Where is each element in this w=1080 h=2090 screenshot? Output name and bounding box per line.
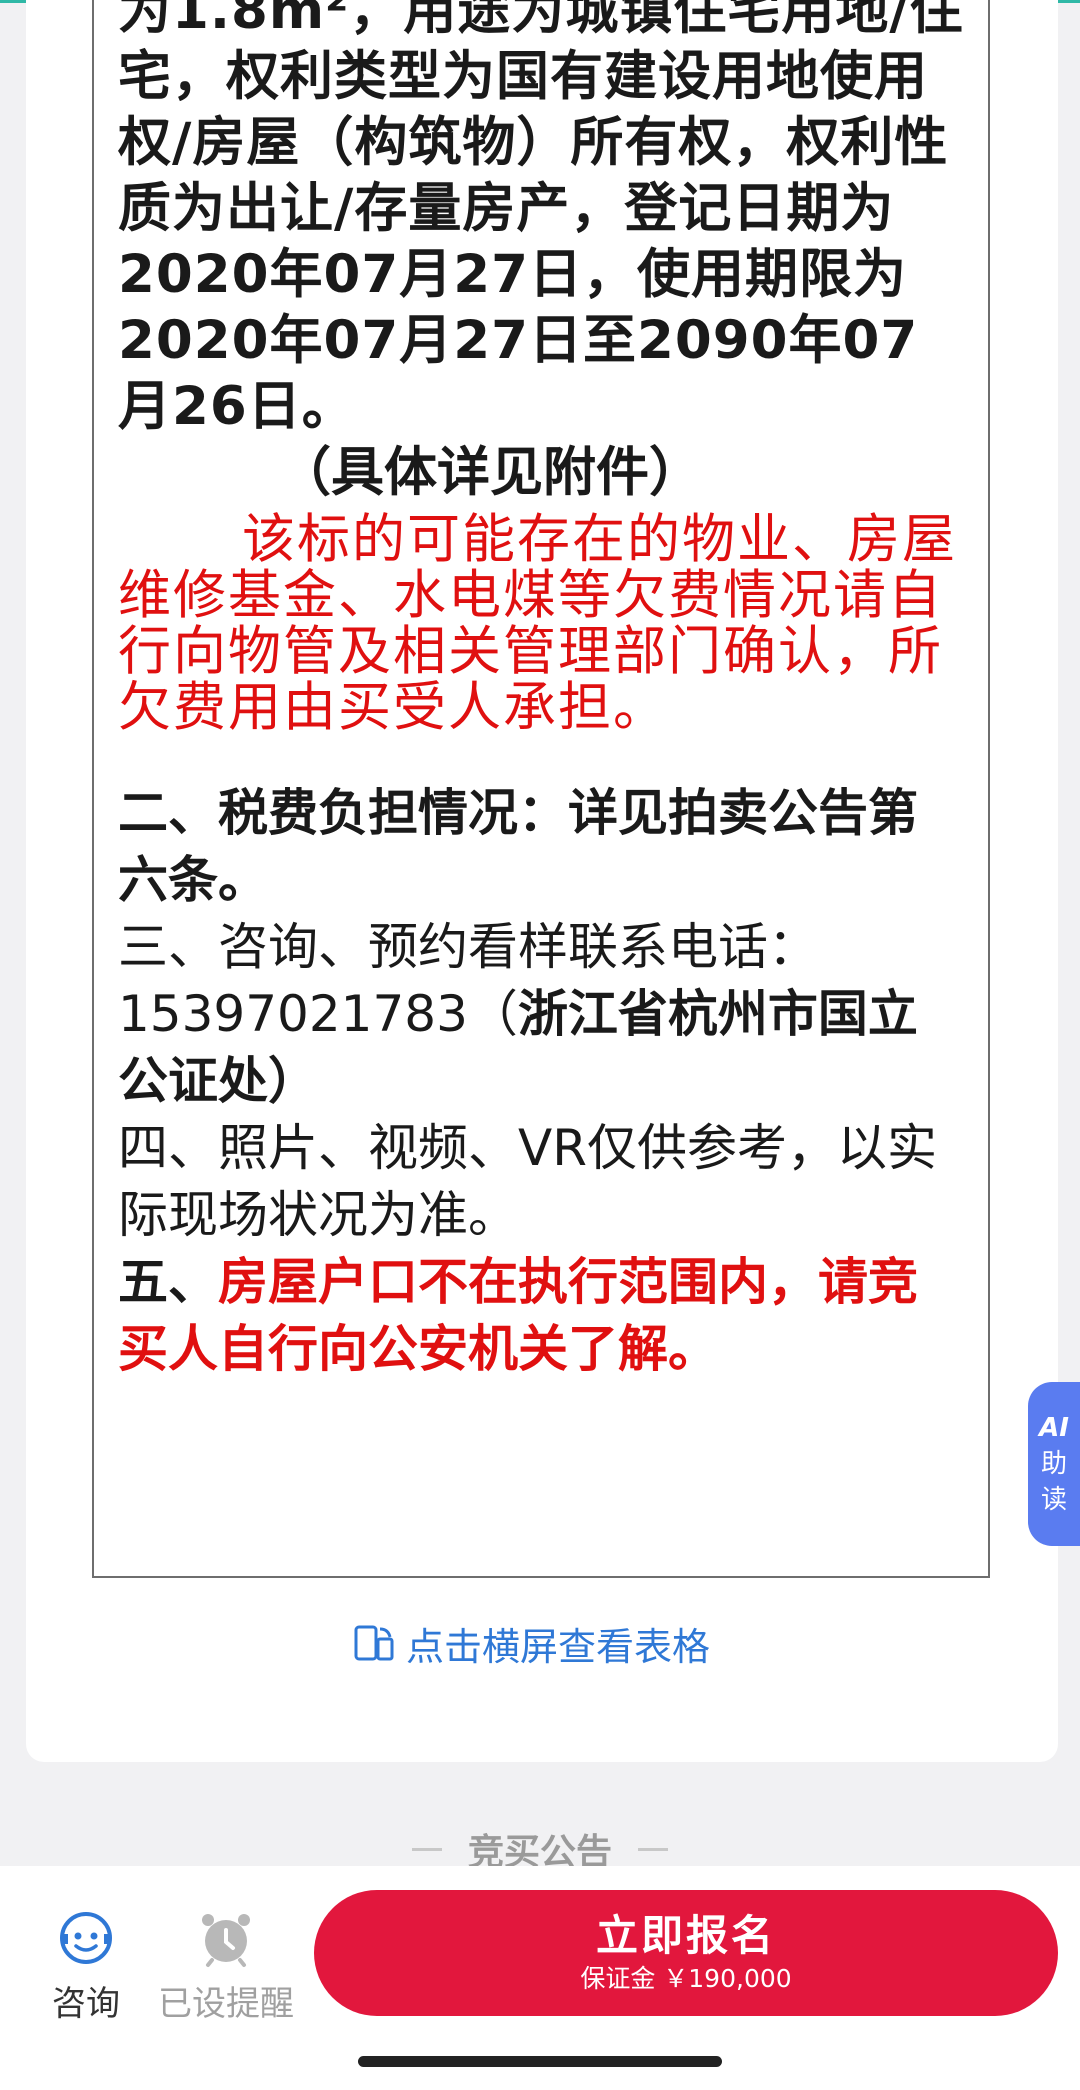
detail-content: 为1.8m²，用途为城镇住宅用地/住宅，权利类型为国有建设用地使用权/房屋（构筑… — [118, 0, 964, 1383]
divider-line-left — [411, 1847, 442, 1851]
attachment-note: （具体详见附件） — [278, 442, 702, 503]
signup-label: 立即报名 — [595, 1911, 776, 1960]
contact-section: 三、咨询、预约看样联系电话：15397021783（浙江省杭州市国立公证处） — [118, 918, 918, 1110]
landscape-rotate-icon — [354, 1625, 394, 1661]
landscape-view-label: 点击横屏查看表格 — [406, 1624, 711, 1669]
property-description: 为1.8m²，用途为城镇住宅用地/住宅，权利类型为国有建设用地使用权/房屋（构筑… — [118, 0, 964, 437]
home-indicator[interactable] — [358, 2056, 722, 2067]
photo-section: 四、照片、视频、VR仅供参考，以实际现场状况为准。 — [118, 1119, 937, 1244]
landscape-view-link[interactable]: 点击横屏查看表格 — [352, 1618, 711, 1669]
deposit-amount: 保证金 ￥190,000 — [580, 1964, 792, 1993]
signup-button[interactable]: 立即报名 保证金 ￥190,000 — [314, 1890, 1058, 2016]
hukou-section: 五、房屋户口不在执行范围内，请竞买人自行向公安机关了解。 — [118, 1253, 918, 1378]
divider-line-right — [638, 1847, 668, 1851]
alarm-clock-icon — [202, 1914, 250, 1967]
ai-reader-tab[interactable]: AI 助 读 — [1028, 1382, 1080, 1546]
consult-icon — [60, 1912, 112, 1964]
tax-section: 二、税费负担情况：详见拍卖公告第六条。 — [118, 784, 918, 909]
reminder-button[interactable]: 已设提醒 — [158, 1908, 294, 2025]
consult-button[interactable]: 咨询 — [52, 1908, 120, 2025]
fee-warning: 该标的可能存在的物业、房屋维修基金、水电煤等欠费情况请自行向物管及相关管理部门确… — [118, 509, 957, 738]
